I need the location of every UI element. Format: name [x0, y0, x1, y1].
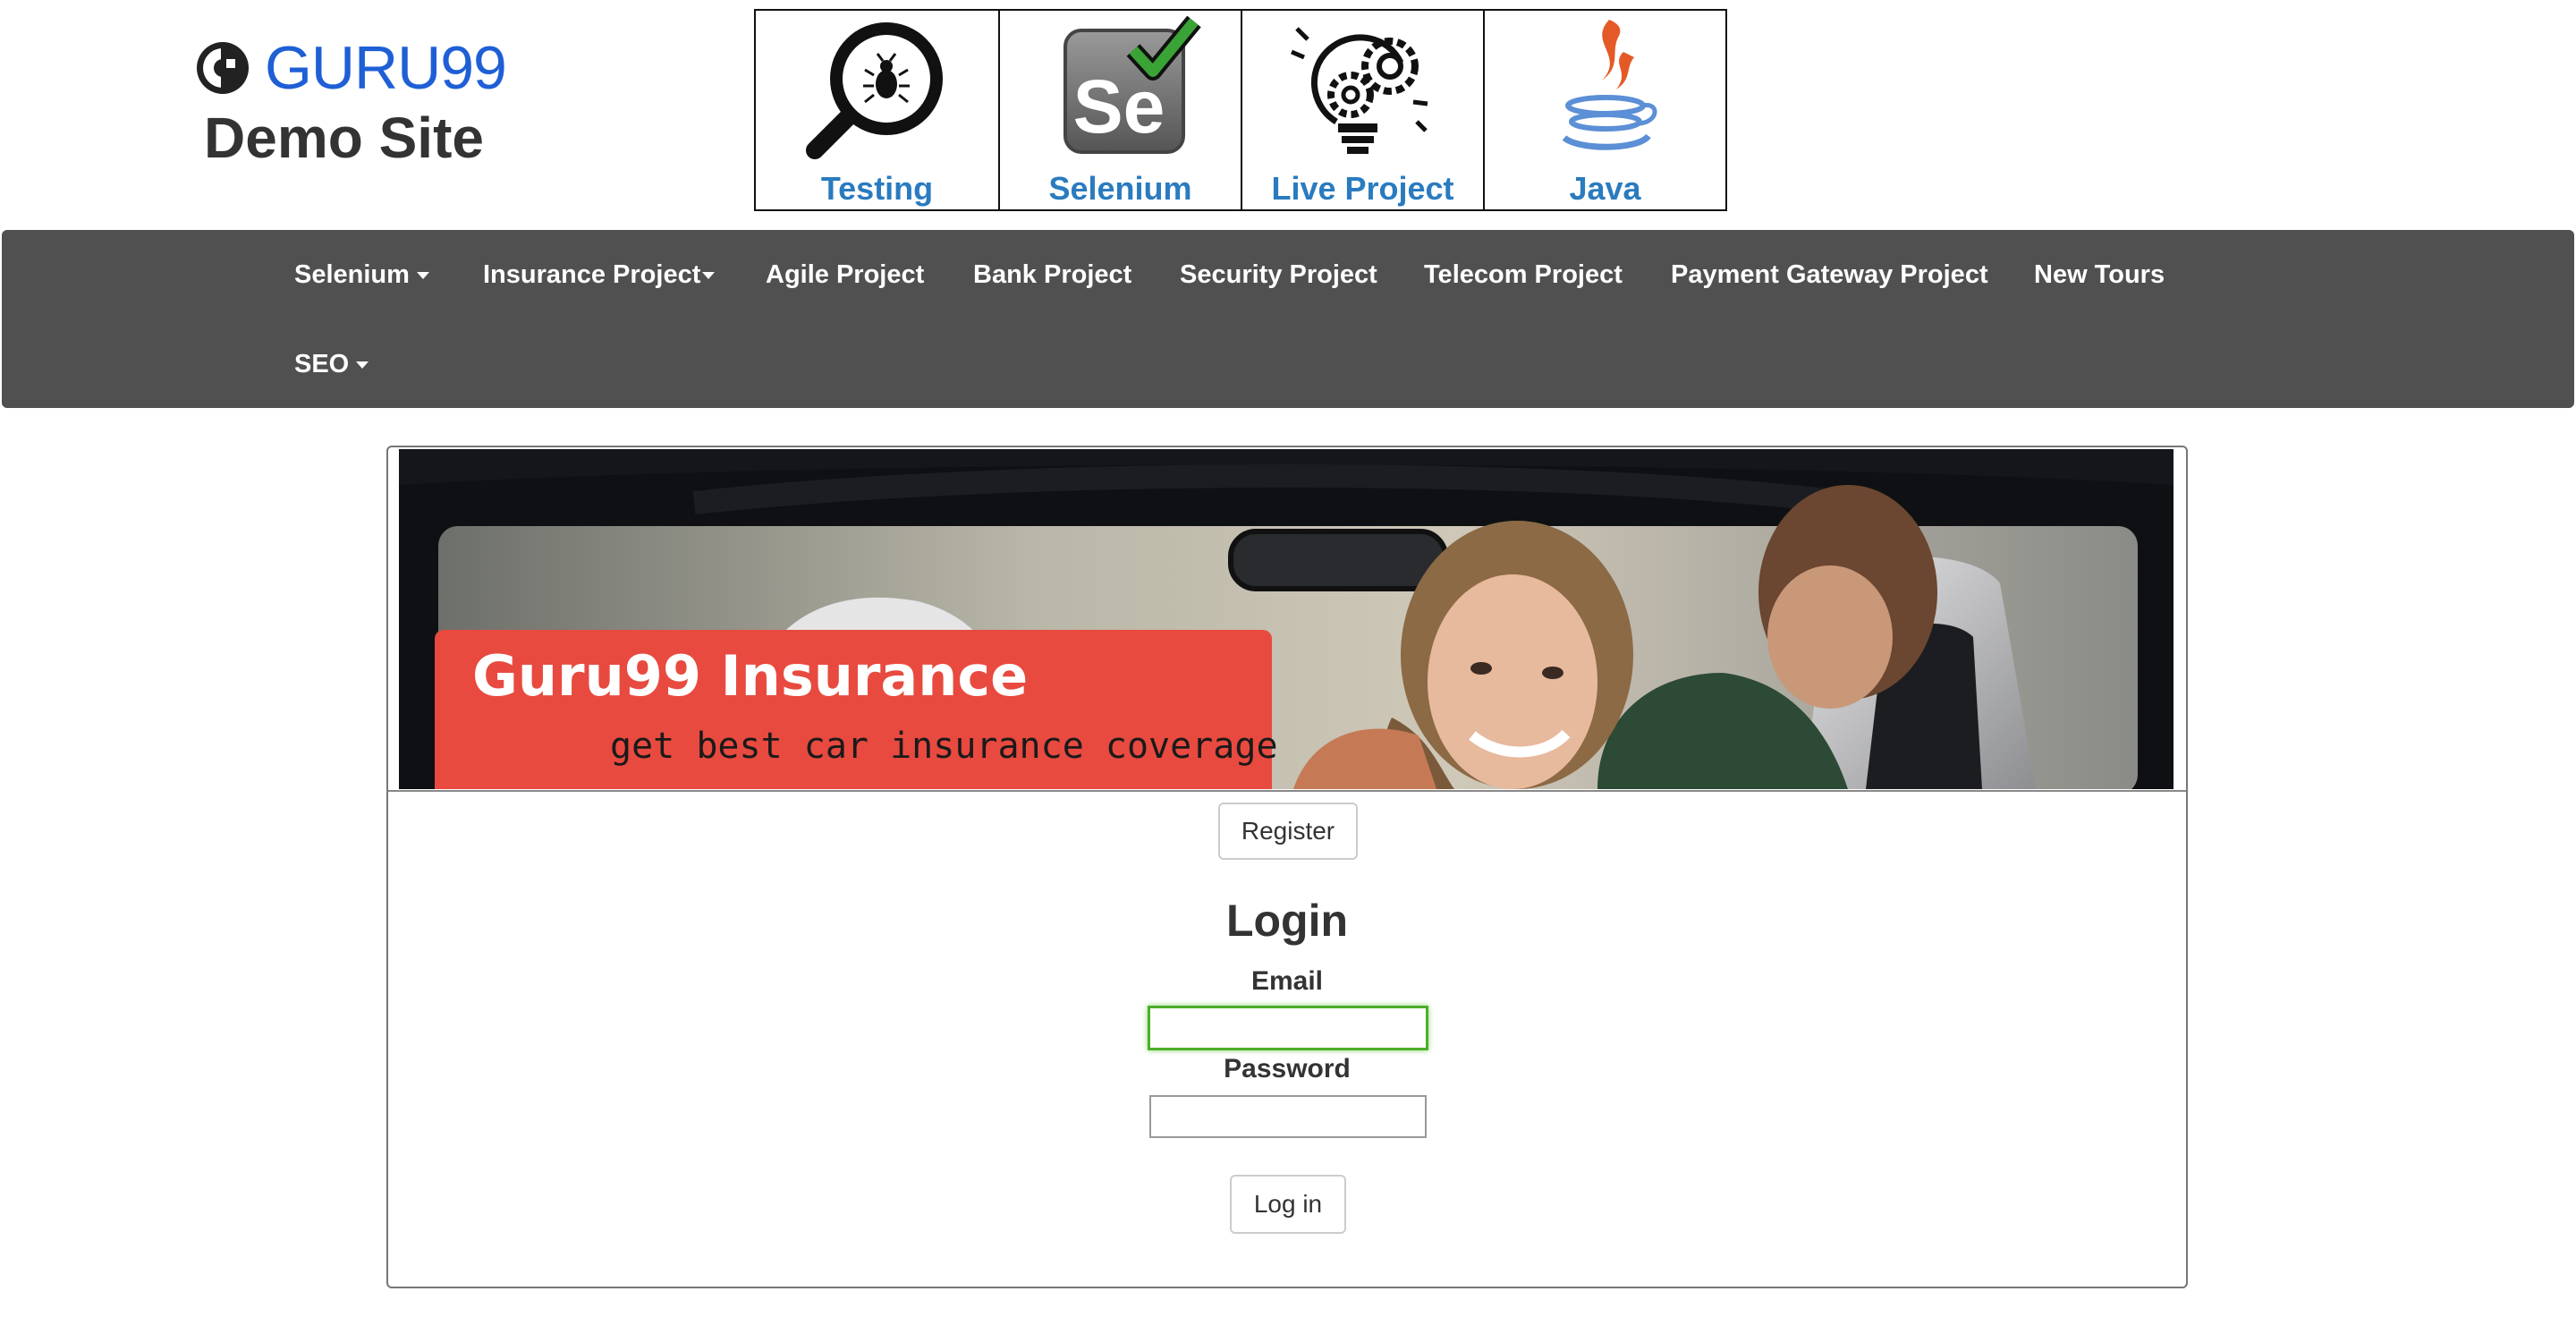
nav-bank-project[interactable]: Bank Project — [973, 260, 1131, 290]
chevron-down-icon — [702, 272, 716, 280]
tile-selenium[interactable]: Se Selenium — [998, 11, 1241, 209]
nav-security-project[interactable]: Security Project — [1180, 260, 1377, 290]
nav-label: Insurance Project — [483, 260, 701, 289]
selenium-icon: Se — [1063, 16, 1201, 154]
nav-agile-project[interactable]: Agile Project — [766, 260, 924, 290]
email-label: Email — [1250, 966, 1324, 996]
tile-live-project[interactable]: Live Project — [1241, 11, 1483, 209]
tile-label-testing: Testing — [820, 170, 934, 207]
chevron-down-icon — [356, 361, 369, 370]
nav-selenium[interactable]: Selenium — [294, 260, 429, 290]
nav-label: SEO — [294, 350, 350, 378]
tile-testing[interactable]: Testing — [756, 11, 998, 209]
nav-seo[interactable]: SEO — [294, 350, 369, 379]
password-label: Password — [1224, 1054, 1351, 1083]
insurance-panel: Guru99 Insurance get best car insurance … — [386, 446, 2188, 1288]
main-navbar: Selenium Insurance Project Agile Project… — [2, 230, 2574, 408]
divider — [388, 790, 2186, 792]
nav-insurance-project[interactable]: Insurance Project — [483, 260, 716, 290]
tile-label-live-project: Live Project — [1271, 170, 1454, 207]
tile-java[interactable]: Java — [1483, 11, 1725, 209]
email-field[interactable] — [1148, 1006, 1428, 1050]
project-tiles: Testing Se Selenium Live Project Java — [754, 9, 1727, 211]
nav-new-tours[interactable]: New Tours — [2034, 260, 2165, 290]
banner-car-couple-image: Guru99 Insurance get best car insurance … — [399, 449, 2174, 789]
java-icon — [1562, 20, 1657, 150]
lightbulb-gears-icon — [1290, 27, 1428, 154]
nav-telecom-project[interactable]: Telecom Project — [1424, 260, 1623, 290]
site-subtitle: Demo Site — [204, 106, 484, 170]
nav-payment-gateway-project[interactable]: Payment Gateway Project — [1671, 260, 1988, 290]
password-field[interactable] — [1149, 1095, 1427, 1138]
login-heading: Login — [1225, 896, 1349, 946]
login-button[interactable]: Log in — [1230, 1175, 1346, 1234]
chevron-down-icon — [416, 272, 429, 280]
tile-label-java: Java — [1569, 170, 1641, 207]
guru99-logo-icon — [197, 42, 249, 94]
nav-label: Selenium — [294, 260, 410, 289]
site-logo[interactable]: GURU99 Demo Site — [195, 36, 517, 179]
tile-label-selenium: Selenium — [1048, 170, 1192, 207]
logo-text: GURU99 — [265, 34, 507, 102]
banner-tagline: get best car insurance coverage — [610, 726, 1278, 767]
banner-title: Guru99 Insurance — [472, 643, 1028, 709]
register-button[interactable]: Register — [1218, 803, 1358, 860]
magnifier-bug-icon — [805, 22, 943, 159]
insurance-banner: Guru99 Insurance get best car insurance … — [399, 449, 2174, 789]
